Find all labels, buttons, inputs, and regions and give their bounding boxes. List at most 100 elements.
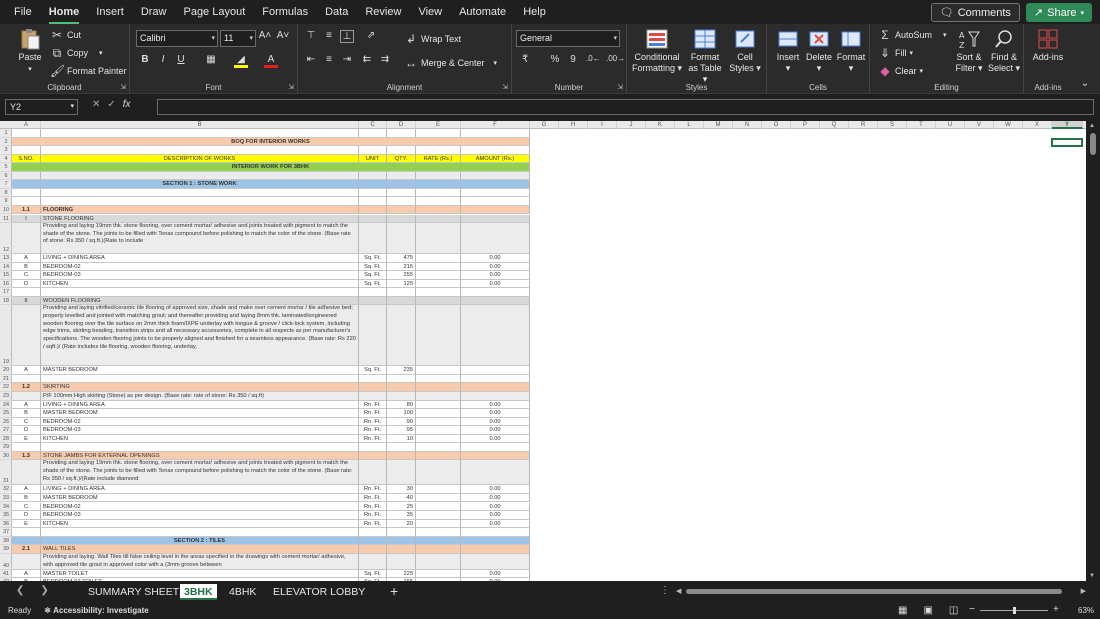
cell[interactable] [359,443,387,452]
cell[interactable] [359,171,387,181]
cell[interactable] [359,536,387,546]
decrease-font-icon[interactable]: A˅ [276,30,290,41]
tab-home[interactable]: Home [48,0,80,24]
cell[interactable] [359,553,387,570]
row-header[interactable]: 11 [0,215,12,224]
row-header[interactable]: 2 [0,138,12,147]
cell[interactable] [416,296,461,306]
item-unit[interactable]: Sq. Ft. [359,366,387,375]
item-amount[interactable]: 0.00 [461,485,530,494]
scroll-down-icon[interactable]: ▼ [1089,573,1095,579]
row-header[interactable]: 41 [0,570,12,579]
item-letter[interactable]: A [12,366,41,375]
number-format-select[interactable]: General ▾ [516,30,620,47]
cell[interactable] [416,288,461,297]
name-box[interactable]: Y2 ▾ [5,99,78,115]
zoom-level[interactable]: 63% [1078,606,1094,615]
row-header[interactable]: 14 [0,263,12,272]
row-header[interactable]: 35 [0,511,12,520]
merge-center-button[interactable]: ↔ Merge & Center ▾ [404,56,497,70]
page-layout-view-icon[interactable]: ▣ [923,605,932,616]
cell[interactable] [359,460,387,486]
row-header[interactable]: 6 [0,172,12,181]
font-name-select[interactable]: Calibri ▾ [136,30,218,47]
dialog-launcher-icon[interactable]: ⇲ [288,83,294,91]
wrap-text-button[interactable]: ↲ Wrap Text [404,32,461,46]
item-heading[interactable]: SKIRTING [41,383,359,392]
item-letter[interactable]: C [12,502,41,512]
item-qty[interactable]: 125 [387,279,416,289]
cell[interactable] [359,197,387,206]
item-qty[interactable]: 10 [387,434,416,444]
dialog-launcher-icon[interactable]: ⇲ [120,83,126,91]
fill-color-icon[interactable]: ◢ [234,54,248,68]
item-qty[interactable]: 25 [387,502,416,512]
column-header[interactable]: C [359,121,387,129]
scroll-right-icon[interactable]: ▶ [1081,587,1086,595]
row-header[interactable]: 30 [0,452,12,461]
prev-sheet-icon[interactable]: ❮ [16,585,24,596]
tab-draw[interactable]: Draw [141,0,167,24]
item-rate[interactable] [416,409,461,418]
cell[interactable] [359,146,387,155]
item-heading[interactable]: WOODEN FLOORING [41,296,359,306]
clear-button[interactable]: ◆ Clear ▾ [878,64,923,78]
cell[interactable] [416,188,461,198]
item-name[interactable]: MASTER TOILET [41,569,359,579]
item-name[interactable]: LIVING + DINING AREA [41,485,359,494]
column-header[interactable]: G [530,121,559,129]
item-heading[interactable]: WALL TILES [41,545,359,554]
item-qty[interactable]: 235 [387,366,416,375]
cell[interactable] [416,528,461,537]
scroll-up-icon[interactable]: ▲ [1089,123,1095,129]
cell[interactable] [461,383,530,392]
cell[interactable] [461,146,530,155]
item-rate[interactable] [416,511,461,520]
row-header[interactable]: 13 [0,254,12,263]
cell[interactable] [12,197,41,206]
cell[interactable] [387,288,416,297]
item-letter[interactable]: C [12,271,41,280]
cell[interactable] [41,188,359,198]
cell[interactable] [387,180,416,189]
conditional-formatting-button[interactable]: Conditional Formatting ▾ [631,28,683,74]
row-header[interactable]: 37 [0,528,12,537]
row-header[interactable]: 3 [0,146,12,155]
cell[interactable] [416,205,461,215]
item-unit[interactable]: Sq. Ft. [359,271,387,280]
tab-formulas[interactable]: Formulas [262,0,308,24]
cell[interactable] [461,528,530,537]
item-unit[interactable]: Rn. Ft. [359,511,387,520]
delete-cells-button[interactable]: Delete ▾ [803,28,835,74]
cell[interactable] [416,146,461,155]
item-qty[interactable]: 20 [387,519,416,529]
zoom-slider[interactable] [980,607,1048,614]
item-unit[interactable]: Rn. Ft. [359,409,387,418]
item-amount[interactable]: 0.00 [461,502,530,512]
format-as-table-button[interactable]: Format as Table ▾ [685,28,725,85]
item-rate[interactable] [416,279,461,289]
cell[interactable] [12,392,41,401]
item-unit[interactable]: Sq. Ft. [359,569,387,579]
row-header[interactable]: 16 [0,280,12,289]
item-name[interactable]: KITCHEN [41,434,359,444]
item-number[interactable]: 1.3 [12,451,41,461]
item-description[interactable]: Providing and laying. Wall Tiles till fa… [41,553,359,570]
item-rate[interactable] [416,493,461,503]
cell[interactable] [387,460,416,486]
cell[interactable] [12,536,41,546]
header-amount[interactable]: AMOUNT (Rs.) [461,154,530,164]
sheet-tab-4bhk[interactable]: 4BHK [225,584,260,600]
column-header[interactable]: F [461,121,530,129]
row-header[interactable]: 17 [0,288,12,297]
tab-insert[interactable]: Insert [96,0,124,24]
column-header[interactable]: M [704,121,733,129]
cell[interactable] [387,451,416,461]
orientation-icon[interactable]: ⇗ [364,30,378,41]
column-header[interactable]: N [733,121,762,129]
row-header[interactable]: 29 [0,443,12,452]
item-rate[interactable] [416,271,461,280]
item-qty[interactable]: 225 [387,569,416,579]
item-qty[interactable]: 30 [387,485,416,494]
column-header[interactable]: S [878,121,907,129]
